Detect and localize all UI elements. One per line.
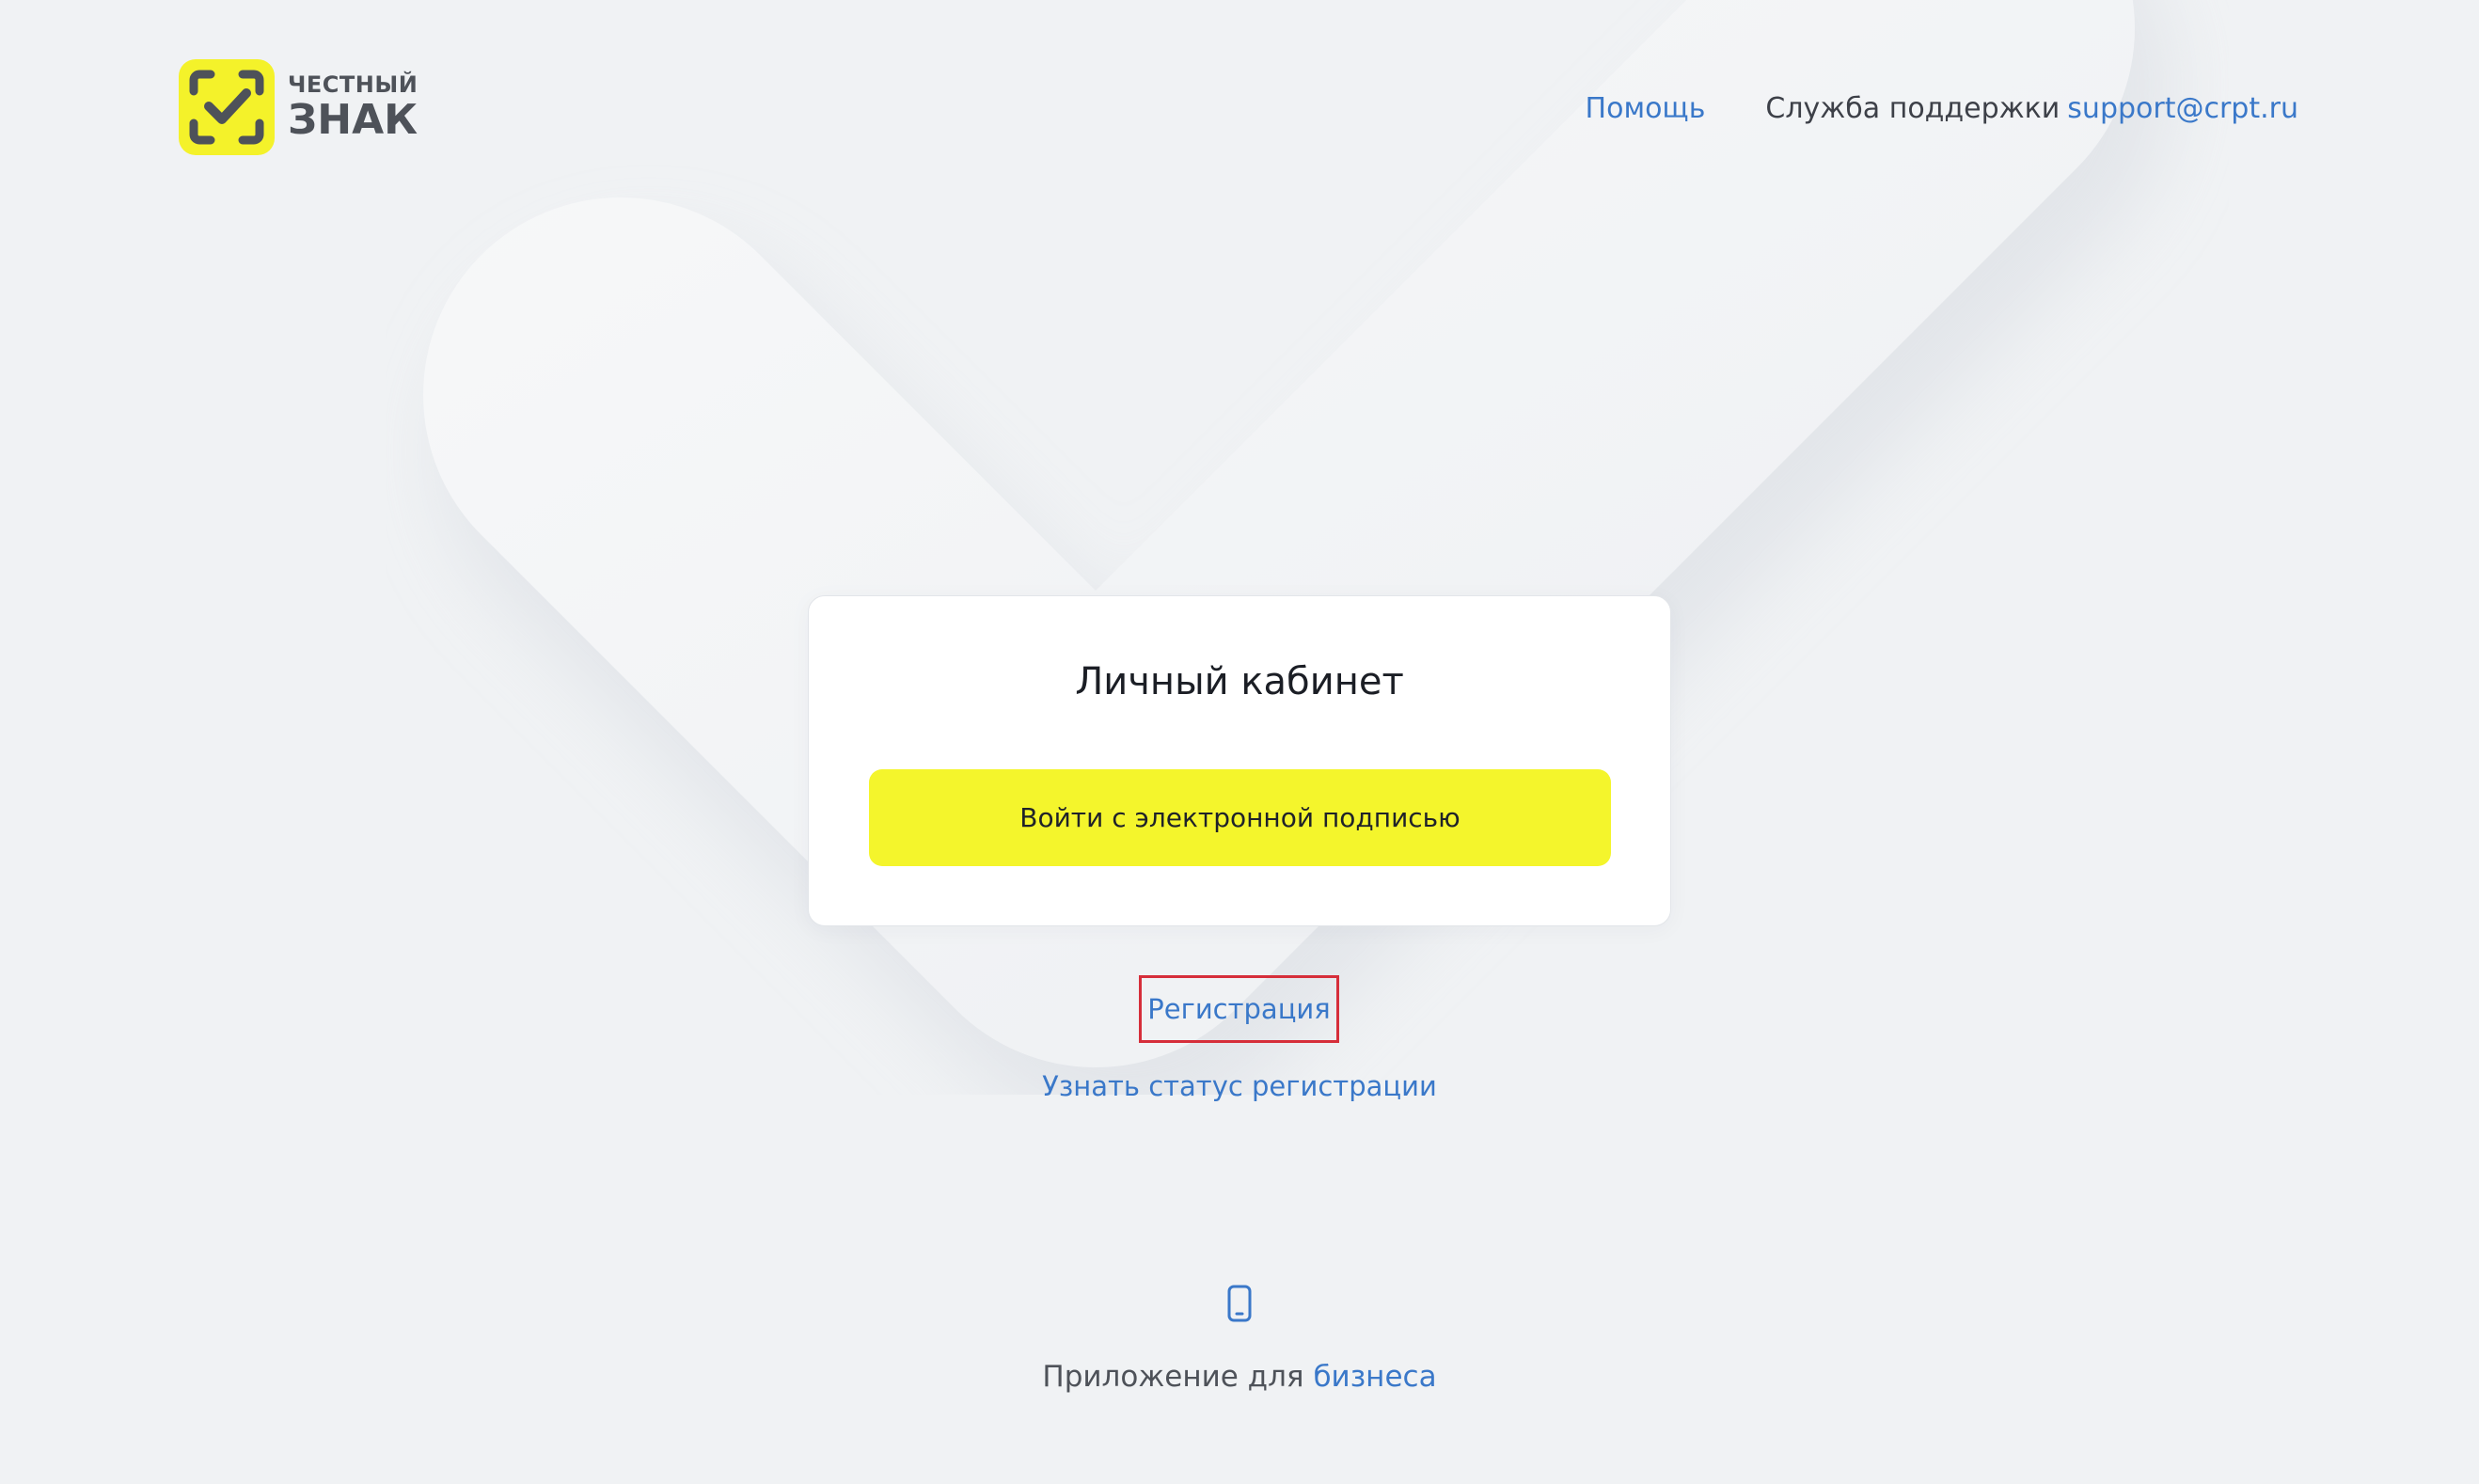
- page-title: Личный кабинет: [1075, 660, 1404, 703]
- support-email-link[interactable]: support@crpt.ru: [2067, 92, 2298, 125]
- business-app-line: Приложение для бизнеса: [0, 1360, 2479, 1394]
- login-card: Личный кабинет Войти с электронной подпи…: [808, 595, 1671, 926]
- status-link-row: Узнать статус регистрации: [0, 1070, 2479, 1102]
- logo-check-icon: [179, 59, 275, 155]
- logo-text: ЧЕСТНЫЙ ЗНАК: [288, 73, 418, 141]
- mobile-phone-icon[interactable]: [1227, 1285, 1252, 1322]
- register-link[interactable]: Регистрация: [1147, 993, 1330, 1025]
- sign-in-with-signature-button[interactable]: Войти с электронной подписью: [869, 769, 1611, 866]
- app-prefix-text: Приложение для: [1042, 1360, 1304, 1394]
- logo-text-top: ЧЕСТНЫЙ: [288, 71, 418, 98]
- help-link[interactable]: Помощь: [1586, 92, 1706, 125]
- check-registration-status-link[interactable]: Узнать статус регистрации: [1042, 1070, 1437, 1102]
- support-label: Служба поддержки: [1765, 92, 2061, 125]
- business-app-link[interactable]: бизнеса: [1313, 1360, 1436, 1394]
- brand-logo[interactable]: ЧЕСТНЫЙ ЗНАК: [179, 59, 418, 155]
- logo-text-bottom: ЗНАК: [288, 96, 418, 144]
- register-highlight-box: Регистрация: [1139, 975, 1339, 1043]
- header-links: Помощь Служба поддержки support@crpt.ru: [1586, 92, 2298, 125]
